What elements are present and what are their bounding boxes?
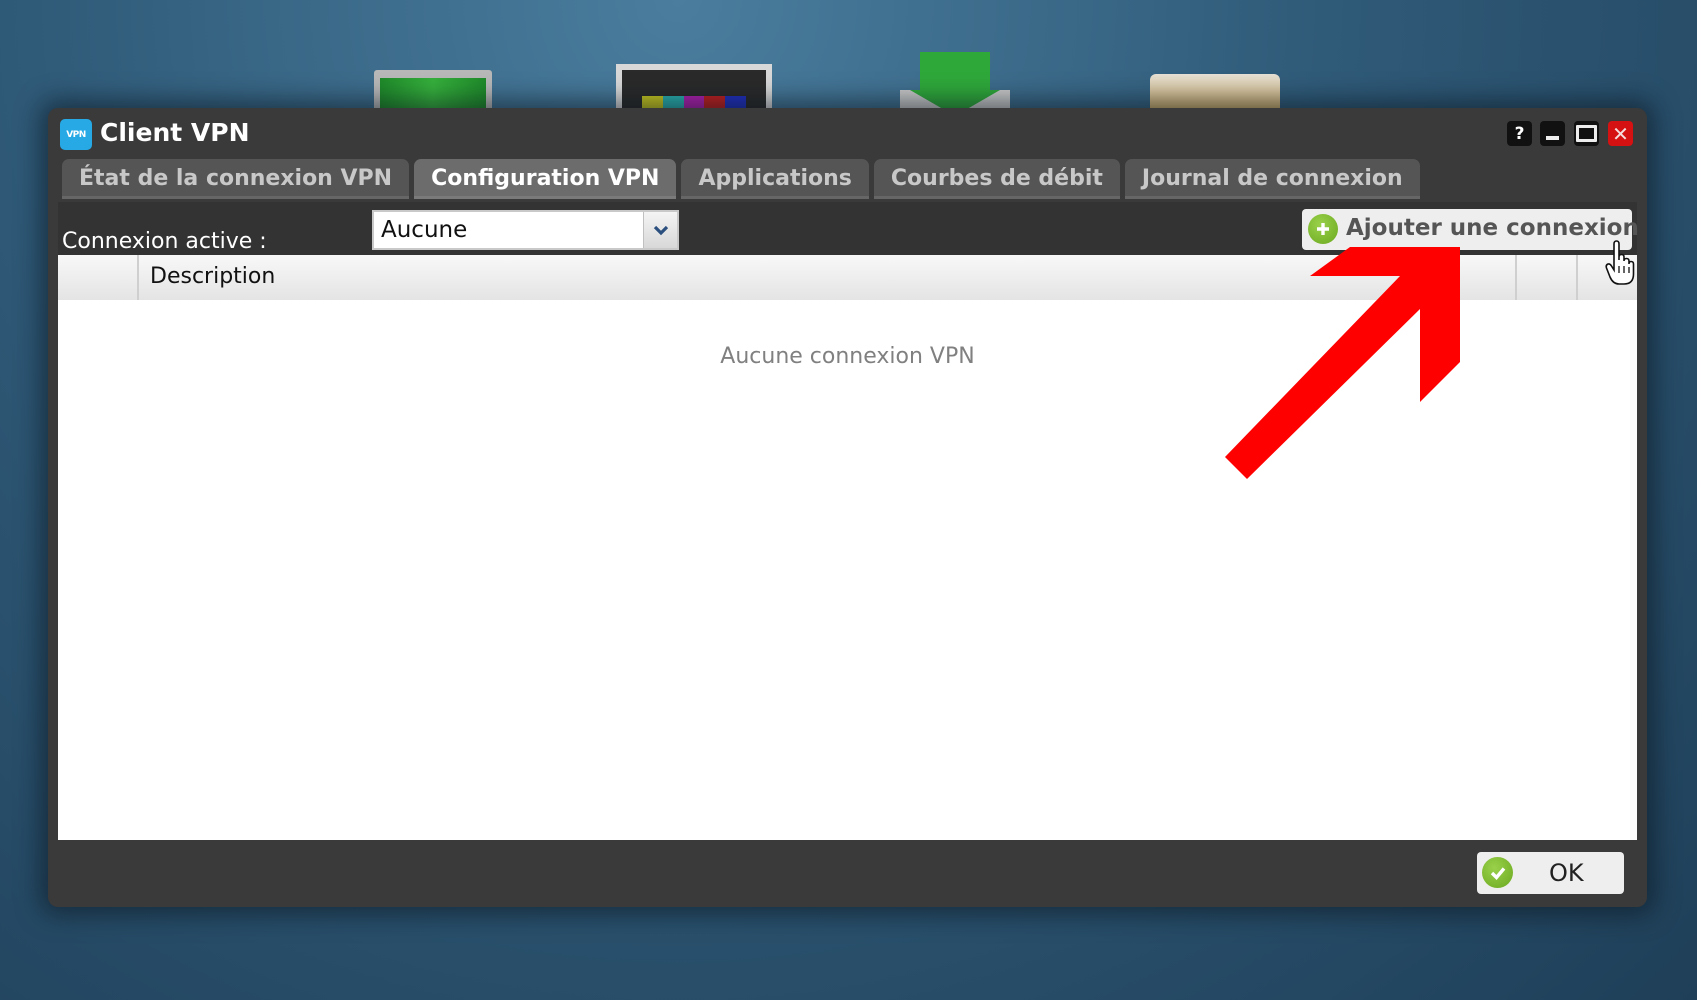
column-separator[interactable] bbox=[1515, 255, 1517, 300]
tab-applications[interactable]: Applications bbox=[681, 159, 869, 199]
tab-connection-log[interactable]: Journal de connexion bbox=[1124, 159, 1420, 199]
window-title: Client VPN bbox=[100, 118, 250, 147]
ok-button[interactable]: OK bbox=[1477, 852, 1624, 894]
chevron-down-icon[interactable] bbox=[643, 212, 677, 248]
column-separator[interactable] bbox=[137, 255, 139, 300]
tab-vpn-configuration[interactable]: Configuration VPN bbox=[414, 159, 677, 199]
add-connection-label: Ajouter une connexion bbox=[1346, 215, 1639, 241]
help-button[interactable]: ? bbox=[1507, 121, 1532, 146]
plus-circle-icon bbox=[1308, 214, 1338, 244]
tab-bar: État de la connexion VPN Configuration V… bbox=[62, 159, 1420, 199]
title-bar[interactable]: VPN Client VPN ? ✕ bbox=[48, 108, 1647, 156]
desktop-tv-icon[interactable] bbox=[616, 64, 772, 114]
desktop-download-icon[interactable] bbox=[900, 52, 1010, 116]
vpn-app-icon: VPN bbox=[60, 119, 92, 150]
ok-label: OK bbox=[1549, 859, 1584, 887]
active-connection-select[interactable]: Aucune bbox=[372, 210, 679, 250]
active-connection-value: Aucune bbox=[381, 217, 468, 243]
active-connection-label: Connexion active : bbox=[62, 229, 267, 254]
minimize-button[interactable] bbox=[1540, 121, 1565, 146]
vpn-client-window: VPN Client VPN ? ✕ État de la connexion … bbox=[48, 108, 1647, 907]
column-header-description[interactable]: Description bbox=[150, 264, 275, 289]
add-connection-button[interactable]: Ajouter une connexion bbox=[1302, 209, 1639, 250]
hand-cursor-icon bbox=[1605, 240, 1635, 285]
tab-throughput-curves[interactable]: Courbes de débit bbox=[873, 159, 1120, 199]
table-header: Description bbox=[58, 255, 1637, 300]
empty-table-message: Aucune connexion VPN bbox=[720, 344, 975, 369]
column-separator[interactable] bbox=[1576, 255, 1578, 300]
maximize-button[interactable] bbox=[1574, 121, 1599, 146]
tab-connection-status[interactable]: État de la connexion VPN bbox=[62, 159, 410, 199]
checkmark-icon bbox=[1482, 857, 1513, 888]
close-button[interactable]: ✕ bbox=[1608, 121, 1633, 146]
vpn-connections-table: Description Aucune connexion VPN bbox=[58, 255, 1637, 840]
